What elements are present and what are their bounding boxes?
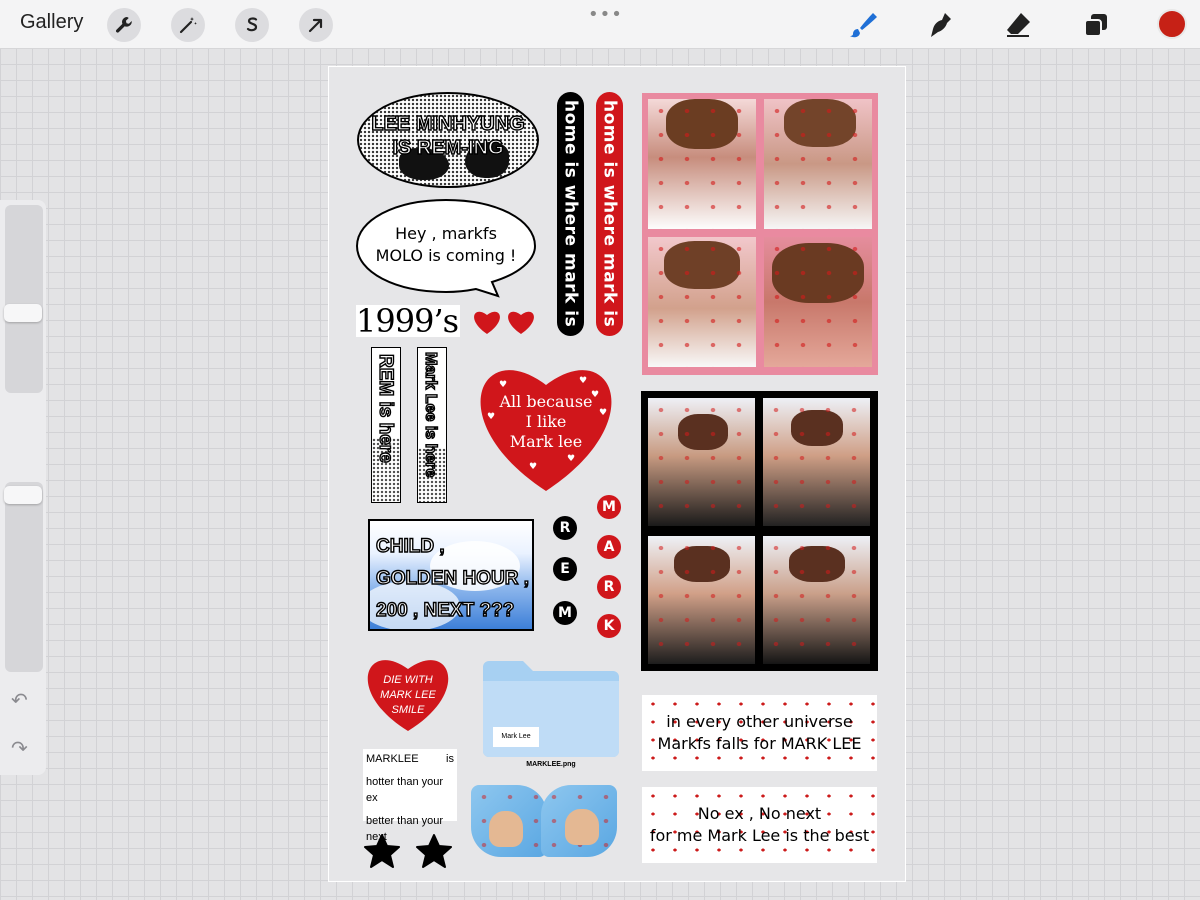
photo-pink-2 xyxy=(764,99,872,229)
mark-letter-r: R xyxy=(597,575,621,599)
rem-vertical-sticker-2: Mark Lee is here xyxy=(417,347,447,503)
wrench-icon[interactable] xyxy=(107,8,141,42)
oval-line-1: LEE MINHYUNG xyxy=(371,112,526,135)
pink-photo-frame xyxy=(642,93,878,375)
speech-bubble-text: Hey , markfs MOLO is coming ! xyxy=(357,223,535,267)
gallery-button[interactable]: Gallery xyxy=(20,11,83,34)
note-word-2: is xyxy=(446,753,454,765)
photo-black-3 xyxy=(648,536,755,664)
photo-black-2 xyxy=(763,398,870,526)
folder-label: Mark Lee xyxy=(493,727,539,747)
year-sticker: 1999’s xyxy=(356,302,460,340)
photo-pink-3 xyxy=(648,237,756,367)
pill-black-text: home is where mark is xyxy=(560,100,581,328)
note-line-2: hotter than your ex xyxy=(366,776,444,804)
eraser-icon[interactable] xyxy=(1000,7,1036,43)
layers-icon[interactable] xyxy=(1078,7,1114,43)
pill-sticker-red: home is where mark is xyxy=(596,92,623,336)
big-heart-line-1: All because xyxy=(499,392,593,411)
die-line-2: MARK LEE xyxy=(380,689,436,701)
svg-text:♥: ♥ xyxy=(529,462,537,472)
oval-title-sticker: LEE MINHYUNG IS REM-ING xyxy=(357,92,539,188)
big-heart-text: All because I like Mark lee xyxy=(469,392,623,452)
photo-pink-1 xyxy=(648,99,756,229)
double-heart-icon xyxy=(474,311,534,334)
rem-letter-e: E xyxy=(553,557,577,581)
rem-letter-m: M xyxy=(553,601,577,625)
marklee-note-sticker: MARKLEE is hotter than your ex better th… xyxy=(363,749,457,843)
more-dots-icon[interactable]: ••• xyxy=(588,4,623,25)
magic-wand-icon[interactable] xyxy=(171,8,205,42)
sky-line-1: CHILD , xyxy=(375,535,445,557)
side-panel: ↶ ↷ xyxy=(0,200,46,775)
black-photo-frame xyxy=(641,391,878,671)
noex-box-sticker: No ex , No next for me Mark Lee is the b… xyxy=(642,787,877,863)
svg-text:♥: ♥ xyxy=(567,454,575,464)
die-line-1: DIE WITH xyxy=(383,674,433,686)
photo-black-4 xyxy=(763,536,870,664)
mark-letter-k: K xyxy=(597,614,621,638)
folder-filename: MARKLEE.png xyxy=(526,761,576,768)
top-toolbar: Gallery ••• xyxy=(0,0,1200,49)
svg-text:♥: ♥ xyxy=(499,380,507,390)
selection-s-icon[interactable] xyxy=(235,8,269,42)
pill-sticker-black: home is where mark is xyxy=(557,92,584,336)
rem-vertical-text-2: Mark Lee is here xyxy=(421,351,439,478)
noex-line-1: No ex , No next xyxy=(697,804,822,823)
speech-line-1: Hey , markfs xyxy=(395,224,497,243)
sky-line-3: 200 , NEXT ??? xyxy=(375,599,515,621)
photo-pink-4 xyxy=(764,237,872,367)
mark-letter-a: A xyxy=(597,535,621,559)
brush-icon[interactable] xyxy=(844,7,880,43)
opacity-knob[interactable] xyxy=(4,486,42,504)
brush-size-slider[interactable] xyxy=(5,205,43,393)
puzzle-piece-1 xyxy=(471,785,547,857)
sky-card-text: CHILD , GOLDEN HOUR , 200 , NEXT ??? xyxy=(375,531,530,627)
die-heart-text: DIE WITH MARK LEE SMILE xyxy=(361,673,455,718)
arrow-icon[interactable] xyxy=(299,8,333,42)
die-line-3: SMILE xyxy=(391,704,425,716)
drawing-canvas[interactable]: LEE MINHYUNG IS REM-ING Hey , markfs MOL… xyxy=(328,66,906,882)
universe-box-sticker: in every other universe Markfs falls for… xyxy=(642,695,877,771)
sky-line-2: GOLDEN HOUR , xyxy=(375,567,530,589)
brush-size-knob[interactable] xyxy=(4,304,42,322)
pill-red-text: home is where mark is xyxy=(599,100,620,328)
sky-card-sticker: CHILD , GOLDEN HOUR , 200 , NEXT ??? xyxy=(368,519,534,631)
redo-icon[interactable]: ↷ xyxy=(11,736,28,760)
opacity-slider[interactable] xyxy=(5,482,43,672)
universe-line-2: Markfs falls for MARK LEE xyxy=(657,734,862,753)
big-heart-line-3: Mark lee xyxy=(509,432,583,451)
photo-black-1 xyxy=(648,398,755,526)
note-word-1: MARKLEE xyxy=(366,753,419,765)
rem-letter-r: R xyxy=(553,516,577,540)
undo-icon[interactable]: ↶ xyxy=(11,688,28,712)
smudge-icon[interactable] xyxy=(922,7,958,43)
star-icon-1 xyxy=(364,834,400,868)
oval-line-2: IS REM-ING xyxy=(392,136,505,159)
puzzle-piece-2 xyxy=(541,785,617,857)
rem-vertical-sticker-1: REM is here xyxy=(371,347,401,503)
rem-vertical-text-1: REM is here xyxy=(374,353,396,463)
color-swatch[interactable] xyxy=(1157,9,1187,39)
svg-text:♥: ♥ xyxy=(579,376,587,386)
star-icon-2 xyxy=(416,834,452,868)
universe-line-1: in every other universe xyxy=(666,712,853,731)
mark-letter-m: M xyxy=(597,495,621,519)
big-heart-line-2: I like xyxy=(525,412,567,431)
noex-line-2: for me Mark Lee is the best xyxy=(649,826,870,845)
speech-line-2: MOLO is coming ! xyxy=(375,246,517,265)
